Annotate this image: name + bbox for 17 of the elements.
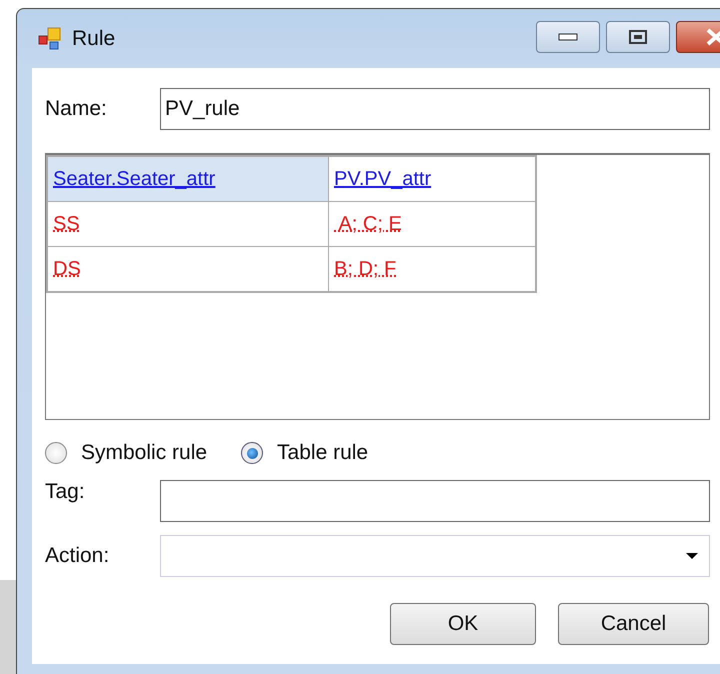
rule-type-radio[interactable]: Table rule (241, 441, 368, 465)
name-label: Name: (45, 97, 108, 121)
tag-label: Tag: (45, 480, 86, 504)
table-cell[interactable]: SS (47, 202, 328, 246)
minimize-icon (557, 32, 579, 42)
window-title: Rule (72, 26, 116, 50)
ok-button[interactable]: OK (390, 603, 536, 645)
minimize-button[interactable] (536, 20, 600, 52)
rule-type-radio[interactable]: Symbolic rule (45, 441, 208, 465)
name-field[interactable]: PV_rule (160, 88, 710, 130)
column-header[interactable]: Seater.Seater_attr (47, 156, 328, 202)
dropdown-arrow-icon (685, 552, 699, 560)
restore-icon (628, 28, 648, 44)
cancel-button[interactable]: Cancel (558, 603, 709, 645)
tag-field[interactable] (160, 480, 710, 522)
maximize-button[interactable] (606, 20, 670, 52)
action-label: Action: (45, 544, 110, 568)
